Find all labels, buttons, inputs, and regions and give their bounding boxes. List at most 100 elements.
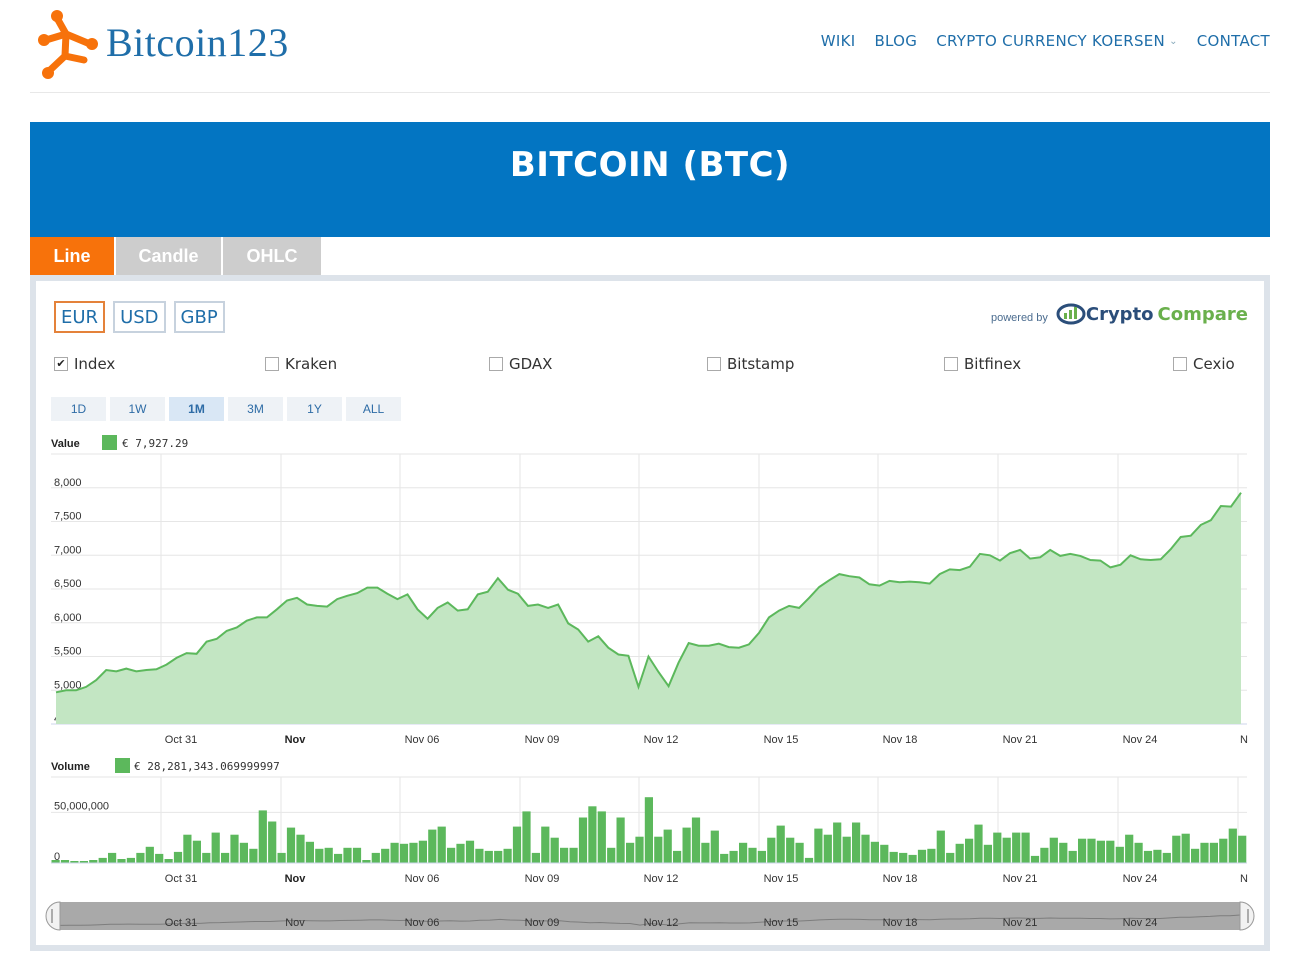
price-legend-value: € 7,927.29 xyxy=(122,437,188,450)
main-nav: WIKI BLOG CRYPTO CURRENCY KOERSEN ⌄ CONTA… xyxy=(821,32,1270,50)
price-chart[interactable]: Value € 7,927.29 8,000 7,500 7,000 6,500 6,000… xyxy=(36,281,1264,945)
volume-bar xyxy=(202,852,211,863)
x-tick-label: N xyxy=(1240,873,1248,885)
volume-bar xyxy=(155,853,164,863)
volume-bar xyxy=(239,842,248,863)
x-tick-label: Nov 12 xyxy=(644,873,679,885)
volume-bar xyxy=(98,857,107,863)
legend-swatch xyxy=(102,435,117,450)
volume-bar xyxy=(465,840,475,863)
volume-bar xyxy=(522,811,531,863)
nav-crypto-koersen[interactable]: CRYPTO CURRENCY KOERSEN ⌄ xyxy=(936,32,1178,50)
volume-bar xyxy=(437,826,446,863)
x-tick-label: Nov 06 xyxy=(405,873,440,885)
volume-bar xyxy=(249,848,258,863)
volume-bar xyxy=(145,846,154,863)
volume-bar xyxy=(739,842,748,863)
volume-bar xyxy=(550,837,559,863)
volume-bar xyxy=(861,834,870,863)
volume-bar xyxy=(324,847,333,863)
volume-bar xyxy=(1115,846,1124,863)
volume-bar xyxy=(1191,848,1200,863)
volume-bar xyxy=(748,847,757,863)
volume-bar xyxy=(126,857,135,863)
volume-bar xyxy=(268,821,277,863)
volume-bar xyxy=(842,836,851,863)
volume-bar xyxy=(108,852,117,863)
volume-bar xyxy=(1087,838,1096,863)
volume-bar xyxy=(908,854,917,863)
tab-candle[interactable]: Candle xyxy=(116,237,221,275)
volume-bar xyxy=(1172,835,1181,863)
tab-line[interactable]: Line xyxy=(30,237,114,275)
x-tick-label: Nov 24 xyxy=(1123,734,1158,746)
volume-bar xyxy=(814,828,823,863)
volume-bar xyxy=(428,829,437,863)
volume-bar xyxy=(1238,835,1247,863)
volume-bar xyxy=(183,834,192,863)
volume-bar xyxy=(371,852,380,863)
site-logo[interactable]: Bitcoin123 xyxy=(36,4,289,80)
x-tick-label: Nov 12 xyxy=(644,734,679,746)
brand-name: Bitcoin123 xyxy=(106,19,289,65)
volume-bar xyxy=(691,817,701,863)
x-tick-label: Nov xyxy=(285,734,307,746)
volume-bar xyxy=(390,842,399,863)
volume-bar xyxy=(955,843,964,863)
volume-bar xyxy=(512,826,522,863)
volume-legend-value: € 28,281,343.069999997 xyxy=(134,760,280,773)
volume-bar xyxy=(117,859,126,863)
navigator-handle-right[interactable] xyxy=(1239,901,1255,931)
navigator-tick-label: Nov xyxy=(285,917,305,929)
volume-bar xyxy=(626,842,635,863)
volume-bar xyxy=(569,847,578,863)
navigator-tick-label: Nov 12 xyxy=(644,917,679,929)
volume-bar xyxy=(399,843,409,863)
volume-bar xyxy=(1012,832,1021,863)
volume-bar xyxy=(880,844,889,863)
x-tick-label: Nov 15 xyxy=(764,734,799,746)
volume-bar xyxy=(852,822,861,863)
volume-bar xyxy=(663,829,672,863)
page-banner: BITCOIN (BTC) xyxy=(30,122,1270,237)
volume-bar xyxy=(1106,840,1115,863)
price-area xyxy=(56,492,1241,724)
navigator-tick-label: Nov 18 xyxy=(883,917,918,929)
volume-bar xyxy=(644,797,653,863)
volume-bar xyxy=(654,836,663,863)
volume-bar xyxy=(1030,855,1040,863)
nav-blog-label: BLOG xyxy=(874,32,918,50)
volume-bar xyxy=(710,830,719,863)
volume-bar xyxy=(936,830,945,863)
volume-bar xyxy=(381,848,390,863)
volume-bar xyxy=(173,851,183,863)
volume-bar xyxy=(192,840,201,863)
volume-bar xyxy=(1040,847,1049,863)
volume-bar xyxy=(1059,842,1068,863)
volume-bar xyxy=(164,859,173,863)
volume-bar xyxy=(211,832,220,863)
volume-bar xyxy=(767,837,776,863)
logo-icon xyxy=(38,10,98,79)
volume-bar xyxy=(494,850,503,863)
volume-bar xyxy=(870,841,879,863)
nav-wiki[interactable]: WIKI xyxy=(821,32,856,50)
nav-blog[interactable]: BLOG xyxy=(874,32,917,50)
volume-bar xyxy=(757,850,766,863)
volume-bar xyxy=(541,826,550,863)
volume-bar xyxy=(1143,850,1153,863)
nav-crypto-koersen-label: CRYPTO CURRENCY KOERSEN xyxy=(936,32,1166,50)
nav-contact[interactable]: CONTACT xyxy=(1197,32,1270,50)
volume-bar xyxy=(315,848,324,863)
x-tick-label: Nov 21 xyxy=(1003,873,1038,885)
volume-bar xyxy=(1228,828,1237,863)
volume-bar xyxy=(221,852,230,863)
tab-ohlc[interactable]: OHLC xyxy=(223,237,321,275)
chevron-down-icon: ⌄ xyxy=(1169,35,1178,47)
volume-bar xyxy=(1153,849,1162,863)
y-tick-label: 50,000,000 xyxy=(54,800,109,812)
navigator-handle-left[interactable] xyxy=(45,901,61,931)
volume-bar xyxy=(334,853,343,863)
x-tick-label: Nov 09 xyxy=(525,873,560,885)
y-tick-label: 7,500 xyxy=(54,511,82,523)
